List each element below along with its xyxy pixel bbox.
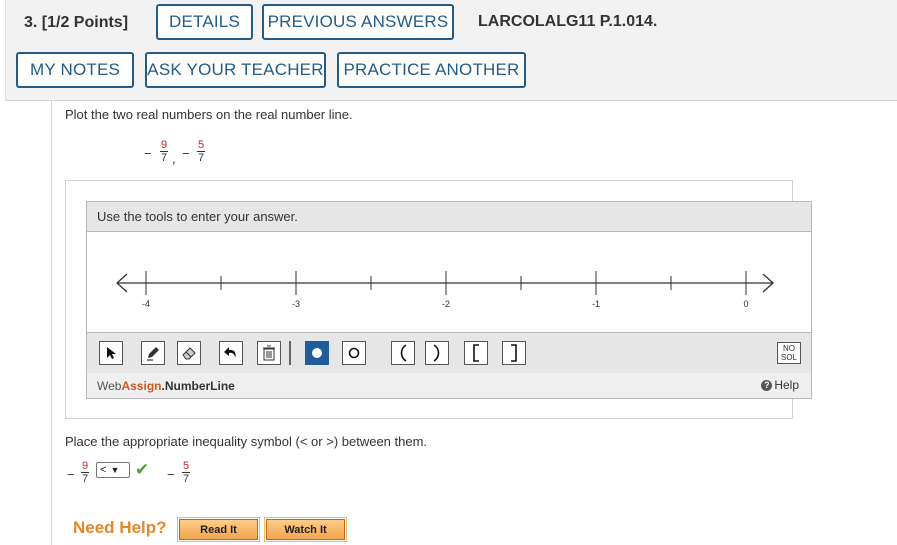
tick-label: -4 <box>142 299 150 309</box>
question-id: LARCOLALG11 P.1.014. <box>478 13 658 30</box>
no-solution-button[interactable]: NO SOL <box>777 342 801 364</box>
nosol-label-1: NO <box>783 344 795 353</box>
eraser-icon <box>182 347 196 360</box>
numberline-widget: Use the tools to enter your answer. -4 -3… <box>86 201 812 399</box>
inequality-select[interactable]: < ▼ <box>96 462 130 478</box>
question-label: 3. [1/2 Points] <box>24 14 129 31</box>
tick-label: -2 <box>442 299 450 309</box>
pointer-tool[interactable] <box>99 341 123 365</box>
closed-point-tool[interactable] <box>305 341 329 365</box>
brand-product: .NumberLine <box>161 379 235 393</box>
help-link[interactable]: ? Help <box>761 378 799 392</box>
number-1-fraction: 9 7 <box>160 139 169 164</box>
number-2-denominator: 7 <box>197 151 206 164</box>
ineq-right-denominator: 7 <box>182 472 191 485</box>
ineq-left-fraction: 9 7 <box>81 460 90 485</box>
tick-labels: -4 -3 -2 -1 0 <box>142 299 749 309</box>
number-2-sign: − <box>182 146 190 161</box>
brand-assign: Assign <box>121 379 162 393</box>
read-it-button[interactable]: Read It <box>177 517 260 542</box>
open-point-icon <box>348 347 360 359</box>
watch-it-button[interactable]: Watch It <box>264 517 347 542</box>
number-1-sign: − <box>144 146 152 161</box>
closed-point-icon <box>312 348 322 358</box>
my-notes-button[interactable]: MY NOTES <box>16 52 134 88</box>
need-help-label: Need Help? <box>73 518 167 537</box>
right-closed-bracket-tool[interactable] <box>502 341 526 365</box>
number-separator: , <box>172 151 176 166</box>
ineq-right-numerator: 5 <box>183 460 190 472</box>
tool-separator <box>289 341 291 365</box>
right-parenthesis-icon <box>433 344 440 362</box>
undo-tool[interactable] <box>219 341 243 365</box>
trash-tool[interactable] <box>257 341 281 365</box>
left-open-bracket-tool[interactable] <box>391 341 415 365</box>
question-header: 3. [1/2 Points] DETAILS PREVIOUS ANSWERS… <box>5 0 897 101</box>
ineq-left-numerator: 9 <box>82 460 89 472</box>
ineq-right-fraction: 5 7 <box>182 460 191 485</box>
tick-label: -1 <box>592 299 600 309</box>
pencil-tool[interactable] <box>141 341 165 365</box>
brand-web: Web <box>97 379 122 393</box>
inequality-instruction: Place the appropriate inequality symbol … <box>65 434 428 449</box>
details-button[interactable]: DETAILS <box>156 4 253 40</box>
left-closed-bracket-tool[interactable] <box>464 341 488 365</box>
previous-answers-button[interactable]: PREVIOUS ANSWERS <box>262 4 454 40</box>
right-open-bracket-tool[interactable] <box>425 341 449 365</box>
help-icon: ? <box>761 379 773 391</box>
left-parenthesis-icon <box>400 344 407 362</box>
trash-icon <box>263 345 275 361</box>
help-label: Help <box>774 378 799 392</box>
ineq-left-sign: − <box>67 467 75 482</box>
webassign-brand: WebAssign.NumberLine <box>97 379 235 393</box>
pointer-icon <box>107 347 116 359</box>
left-square-bracket-icon <box>473 344 479 362</box>
open-point-tool[interactable] <box>342 341 366 365</box>
ask-your-teacher-button[interactable]: ASK YOUR TEACHER <box>145 52 326 88</box>
plot-instruction: Plot the two real numbers on the real nu… <box>65 107 353 122</box>
eraser-tool[interactable] <box>177 341 201 365</box>
right-square-bracket-icon <box>511 344 517 362</box>
number-1-denominator: 7 <box>160 151 169 164</box>
pencil-icon <box>147 347 159 361</box>
ineq-right-sign: − <box>167 467 175 482</box>
widget-footer: WebAssign.NumberLine ? Help <box>87 373 811 398</box>
content-left-rule <box>51 100 52 545</box>
ineq-left-denominator: 7 <box>81 472 90 485</box>
practice-another-button[interactable]: PRACTICE ANOTHER <box>337 52 526 88</box>
tool-bar: NO SOL <box>87 332 811 374</box>
tick-label: -3 <box>292 299 300 309</box>
nosol-label-2: SOL <box>780 353 797 362</box>
inequality-selected-value: < <box>100 464 107 476</box>
widget-instruction-bar: Use the tools to enter your answer. <box>87 202 811 232</box>
number-2-numerator: 5 <box>198 139 205 151</box>
chevron-down-icon: ▼ <box>110 465 120 475</box>
undo-icon <box>224 347 236 358</box>
number-1-numerator: 9 <box>161 139 168 151</box>
tick-label: 0 <box>743 299 748 309</box>
widget-instruction: Use the tools to enter your answer. <box>97 209 298 224</box>
number-line-canvas[interactable]: -4 -3 -2 -1 0 <box>87 232 811 332</box>
number-2-fraction: 5 7 <box>197 139 206 164</box>
correct-check-icon: ✔ <box>135 460 150 479</box>
